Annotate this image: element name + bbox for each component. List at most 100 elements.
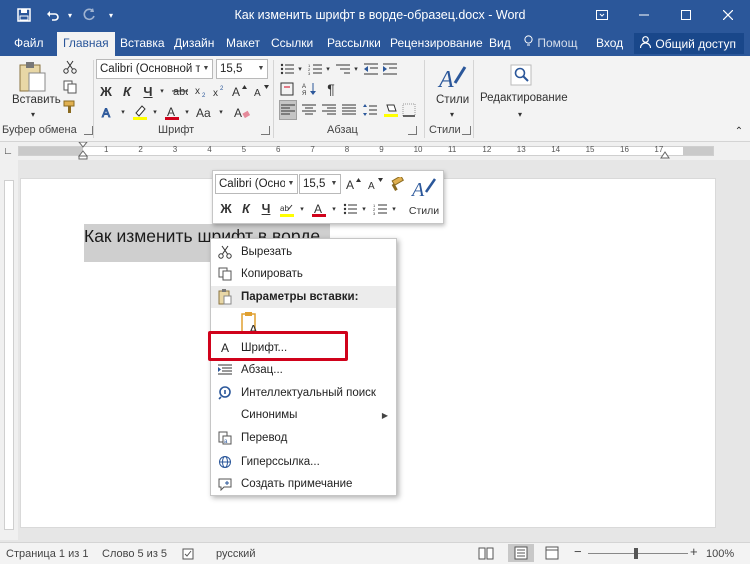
tab-review[interactable]: Рецензирование (390, 30, 483, 56)
mini-shrink-font-icon[interactable]: A (366, 174, 386, 194)
word-count[interactable]: Слово 5 из 5 (102, 548, 167, 560)
tab-references[interactable]: Ссылки (271, 30, 313, 56)
cut-icon[interactable] (60, 58, 80, 76)
numbering-dropdown-icon[interactable]: ▾ (324, 60, 332, 78)
align-center-icon[interactable] (300, 100, 318, 120)
highlight-icon[interactable] (130, 103, 150, 121)
justify-icon[interactable] (340, 100, 358, 120)
save-icon[interactable] (10, 0, 38, 30)
menu-item-new-comment[interactable]: Создать примечание (211, 473, 396, 495)
increase-indent-icon[interactable] (381, 60, 399, 78)
customize-quick-access-icon[interactable]: ▾ (104, 0, 118, 30)
undo-dropdown-icon[interactable]: ▾ (64, 0, 76, 30)
superscript-icon[interactable]: x2 (212, 82, 228, 100)
font-color-dropdown-icon[interactable]: ▾ (182, 103, 192, 121)
collapse-ribbon-icon[interactable]: ⌃ (732, 124, 746, 138)
font-color-icon[interactable]: A (162, 103, 182, 121)
font-size-combo[interactable]: 15,5 ▼ (216, 59, 268, 79)
mini-font-color-dropdown-icon[interactable]: ▾ (329, 199, 339, 219)
mini-underline-button[interactable]: Ч (257, 199, 275, 219)
zoom-slider-thumb[interactable] (634, 548, 638, 559)
styles-icon[interactable]: A (434, 60, 470, 96)
editing-label[interactable]: Редактирование (480, 92, 568, 104)
align-right-icon[interactable] (320, 100, 338, 120)
mini-numbering-icon[interactable]: 123 (371, 199, 389, 219)
sort-icon[interactable]: АЯ (300, 80, 318, 98)
mini-numbering-dropdown-icon[interactable]: ▾ (389, 199, 399, 219)
indent-marker-icon[interactable] (78, 142, 88, 160)
menu-item-translate[interactable]: a Перевод (211, 427, 396, 449)
text-effects-icon[interactable]: A (98, 103, 118, 121)
asian-layout-icon[interactable] (278, 80, 296, 98)
mini-styles-label[interactable]: Стили (407, 203, 441, 219)
redo-icon[interactable] (78, 0, 100, 30)
right-indent-marker-icon[interactable] (660, 148, 670, 160)
help-search[interactable]: Помощ (524, 30, 577, 56)
menu-item-paragraph[interactable]: Абзац... (211, 359, 396, 381)
menu-item-synonyms[interactable]: Синонимы ▶ (211, 404, 396, 426)
menu-item-smart-lookup[interactable]: Интеллектуальный поиск (211, 382, 396, 404)
proofing-icon[interactable] (182, 548, 196, 563)
highlight-dropdown-icon[interactable]: ▾ (150, 103, 160, 121)
zoom-level[interactable]: 100% (706, 548, 734, 560)
paste-button[interactable] (14, 60, 50, 94)
editing-icon[interactable] (505, 59, 537, 91)
minimize-icon[interactable] (624, 0, 664, 30)
text-effects-dropdown-icon[interactable]: ▾ (118, 103, 128, 121)
multilevel-list-icon[interactable] (334, 60, 352, 78)
mini-bullets-icon[interactable] (341, 199, 359, 219)
show-marks-icon[interactable]: ¶ (322, 80, 340, 98)
underline-button[interactable]: Ч (139, 82, 157, 100)
language[interactable]: русский (216, 548, 255, 560)
underline-dropdown-icon[interactable]: ▾ (157, 82, 167, 100)
undo-icon[interactable] (42, 0, 64, 30)
menu-item-cut[interactable]: Вырезать (211, 241, 396, 263)
chevron-down-icon[interactable]: ▼ (328, 175, 340, 193)
menu-item-copy[interactable]: Копировать (211, 263, 396, 285)
multilevel-dropdown-icon[interactable]: ▾ (352, 60, 360, 78)
print-layout-icon[interactable] (508, 544, 534, 562)
mini-grow-font-icon[interactable]: A (344, 174, 364, 194)
mini-italic-button[interactable]: К (237, 199, 255, 219)
borders-icon[interactable] (400, 100, 418, 120)
styles-launcher-icon[interactable] (462, 126, 471, 135)
align-left-icon[interactable] (279, 100, 297, 120)
page-count[interactable]: Страница 1 из 1 (6, 548, 88, 560)
tab-design[interactable]: Дизайн (174, 30, 214, 56)
tab-layout[interactable]: Макет (226, 30, 260, 56)
strikethrough-icon[interactable]: abc (170, 82, 190, 100)
line-spacing-icon[interactable] (361, 100, 379, 120)
mini-font-color-icon[interactable]: A (309, 199, 329, 219)
font-launcher-icon[interactable] (261, 126, 270, 135)
maximize-icon[interactable] (666, 0, 706, 30)
tab-home[interactable]: Главная (57, 32, 115, 56)
copy-icon[interactable] (60, 78, 80, 96)
zoom-slider[interactable] (588, 553, 688, 554)
menu-item-hyperlink[interactable]: Гиперссылка... (211, 451, 396, 473)
sign-in-link[interactable]: Вход (596, 30, 623, 56)
numbering-icon[interactable]: 123 (306, 60, 324, 78)
tab-insert[interactable]: Вставка (120, 30, 165, 56)
ribbon-options-icon[interactable] (582, 0, 622, 30)
mini-font-size-combo[interactable]: 15,5 ▼ (299, 174, 341, 194)
web-layout-icon[interactable] (545, 546, 559, 563)
decrease-indent-icon[interactable] (362, 60, 380, 78)
tab-selector-icon[interactable]: ∟ (2, 145, 14, 157)
read-mode-icon[interactable] (478, 546, 494, 563)
share-button[interactable]: Общий доступ (634, 33, 744, 54)
change-case-icon[interactable]: Aa (194, 103, 216, 121)
close-icon[interactable] (708, 0, 748, 30)
paragraph-launcher-icon[interactable] (408, 126, 417, 135)
change-case-dropdown-icon[interactable]: ▾ (216, 103, 226, 121)
shading-icon[interactable] (382, 100, 400, 120)
subscript-icon[interactable]: x2 (194, 82, 210, 100)
chevron-down-icon[interactable]: ▼ (200, 60, 212, 78)
paste-dropdown-icon[interactable]: ▾ (26, 108, 40, 120)
editing-dropdown-icon[interactable]: ▾ (514, 108, 526, 120)
format-painter-icon[interactable] (60, 98, 80, 116)
italic-button[interactable]: К (118, 82, 136, 100)
tab-file[interactable]: Файл (14, 30, 44, 56)
styles-dropdown-icon[interactable]: ▾ (446, 108, 458, 120)
mini-font-name-combo[interactable]: Calibri (Осно ▼ (215, 174, 298, 194)
mini-format-painter-icon[interactable] (387, 174, 407, 194)
